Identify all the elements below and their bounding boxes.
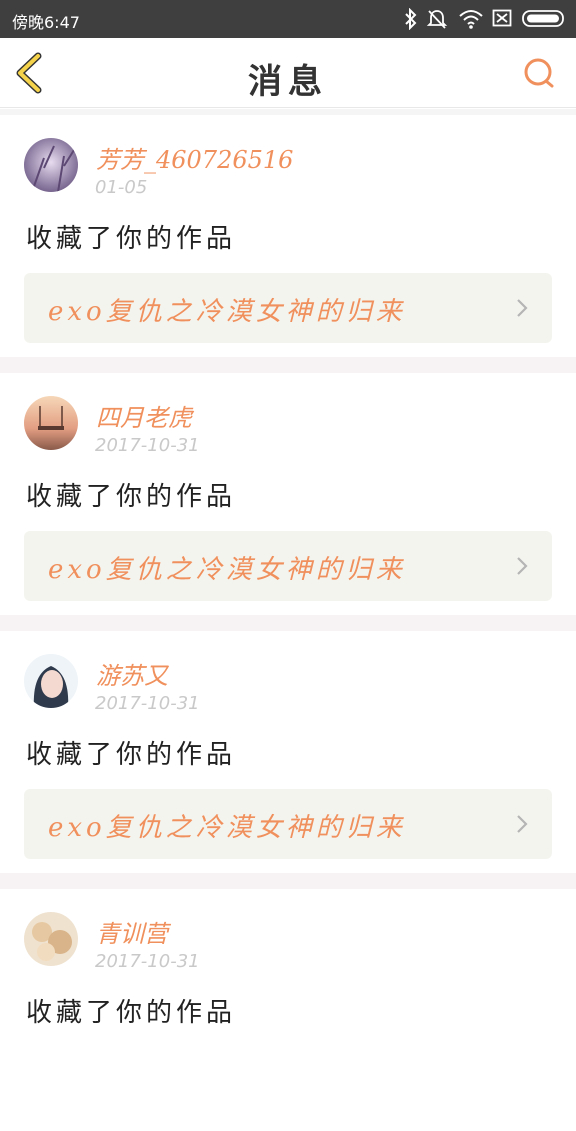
message-date: 2017-10-31 (95, 951, 200, 972)
nav-bar: 消息 (0, 38, 576, 108)
chevron-right-icon (517, 557, 528, 575)
page-title: 消息 (248, 62, 328, 102)
action-text: 收藏了你的作品 (26, 482, 237, 512)
message-card: 芳芳_460726516 01-05 收藏了你的作品 exo复仇之冷漠女神的归来 (0, 115, 576, 357)
work-title: exo复仇之冷漠女神的归来 (48, 555, 406, 585)
chevron-right-icon (517, 299, 528, 317)
work-link[interactable]: exo复仇之冷漠女神的归来 (24, 789, 552, 859)
message-date: 2017-10-31 (95, 693, 200, 714)
wifi-icon (459, 10, 483, 29)
message-date: 01-05 (95, 177, 148, 198)
avatar[interactable] (24, 912, 78, 966)
username[interactable]: 四月老虎 (96, 398, 192, 433)
status-time: 傍晚6:47 (12, 13, 80, 32)
avatar[interactable] (24, 654, 78, 708)
search-button[interactable] (522, 56, 556, 90)
work-title: exo复仇之冷漠女神的归来 (48, 813, 406, 843)
username[interactable]: 青训营 (96, 914, 168, 949)
message-card: 青训营 2017-10-31 收藏了你的作品 (0, 889, 576, 1131)
message-date: 2017-10-31 (95, 435, 200, 456)
action-text: 收藏了你的作品 (26, 998, 237, 1028)
avatar[interactable] (24, 138, 78, 192)
search-icon (524, 58, 554, 88)
message-card: 四月老虎 2017-10-31 收藏了你的作品 exo复仇之冷漠女神的归来 (0, 373, 576, 615)
status-bar: 傍晚6:47 (0, 0, 576, 38)
divider (0, 615, 576, 631)
work-link[interactable]: exo复仇之冷漠女神的归来 (24, 531, 552, 601)
battery-icon (522, 10, 564, 27)
message-list: 芳芳_460726516 01-05 收藏了你的作品 exo复仇之冷漠女神的归来… (0, 109, 576, 1131)
bluetooth-icon (405, 8, 417, 30)
divider (0, 357, 576, 373)
username[interactable]: 游苏又 (96, 656, 168, 691)
chevron-right-icon (517, 815, 528, 833)
divider (0, 873, 576, 889)
sim-icon (492, 9, 512, 27)
message-card: 游苏又 2017-10-31 收藏了你的作品 exo复仇之冷漠女神的归来 (0, 631, 576, 873)
mute-icon (426, 10, 448, 29)
username[interactable]: 芳芳_460726516 (96, 140, 293, 175)
work-title: exo复仇之冷漠女神的归来 (48, 297, 406, 327)
work-link[interactable]: exo复仇之冷漠女神的归来 (24, 273, 552, 343)
avatar[interactable] (24, 396, 78, 450)
action-text: 收藏了你的作品 (26, 224, 237, 254)
action-text: 收藏了你的作品 (26, 740, 237, 770)
